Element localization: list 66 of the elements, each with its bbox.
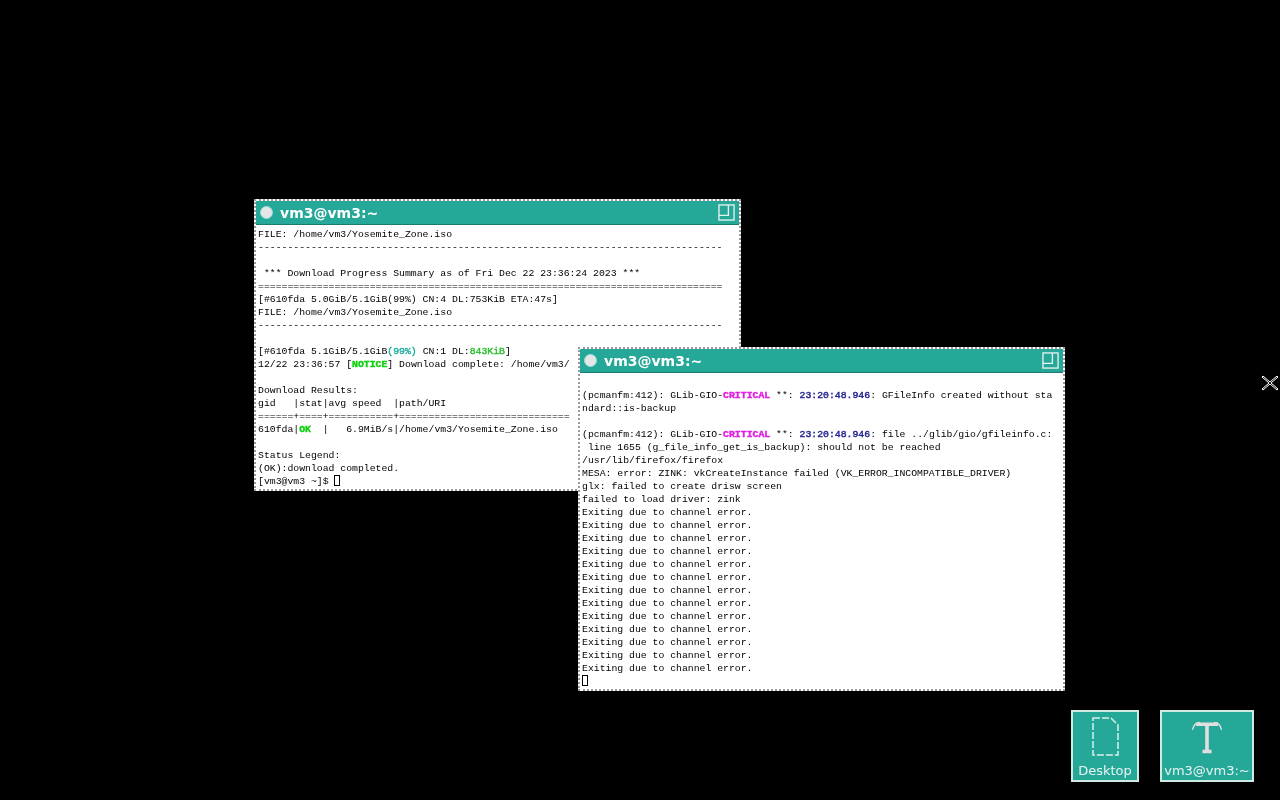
terminal-line: [#610fda 5.0GiB/5.1GiB(99%) CN:4 DL:753KiB ETA:47s] — [258, 294, 558, 305]
terminal-line: Exiting due to channel error. — [582, 624, 753, 635]
terminal-line: Exiting due to channel error. — [582, 598, 753, 609]
terminal-line: Exiting due to channel error. — [582, 507, 753, 518]
close-icon[interactable] — [1261, 375, 1279, 391]
terminal-text: CRITICAL — [723, 390, 771, 401]
window-title: vm3@vm3:~ — [604, 352, 704, 369]
terminal-line: Exiting due to channel error. — [582, 663, 753, 674]
terminal-line: MESA: error: ZINK: vkCreateInstance failed (VK_ERROR_INCOMPATIBLE_DRIVER) — [582, 468, 1012, 479]
terminal-line: ndard::is-backup — [582, 403, 677, 414]
terminal-line: glx: failed to create drisw screen — [582, 481, 782, 492]
terminal-text: 23:20:48.946 — [799, 390, 871, 401]
terminal-text: : file ../glib/gio/gfileinfo.c: — [870, 429, 1053, 440]
terminal-text: 23:20:48.946 — [799, 429, 871, 440]
terminal-text: **: — [775, 390, 795, 401]
terminal-line: Exiting due to channel error. — [582, 585, 753, 596]
maximize-icon[interactable] — [1042, 352, 1059, 369]
terminal-line: FILE: /home/vm3/Yosemite_Zone.iso — [258, 229, 452, 240]
terminal-text: : GFileInfo created without sta — [870, 390, 1053, 401]
terminal-text: 12/22 23:36:57 [ — [258, 359, 353, 370]
terminal-line: FILE: /home/vm3/Yosemite_Zone.iso — [258, 307, 452, 318]
terminal-text: 610fda| — [258, 424, 300, 435]
terminal-line: line 1655 (g_file_info_get_is_backup): should not be reached — [586, 442, 941, 453]
terminal-line: Download Results: — [258, 385, 358, 396]
terminal-line: gid |stat|avg speed |path/URI — [258, 398, 447, 409]
maximize-icon[interactable] — [718, 204, 735, 221]
terminal-line: Exiting due to channel error. — [582, 520, 753, 531]
terminal-line: Exiting due to channel error. — [582, 650, 753, 661]
terminal-text: (pcmanfm:412): GLib-GIO- — [582, 429, 724, 440]
terminal-line: /usr/lib/firefox/firefox — [582, 455, 724, 466]
desktop-shortcut[interactable]: Desktop — [1071, 710, 1139, 782]
terminal-text: CN:1 DL: — [421, 346, 470, 357]
terminal-line: Exiting due to channel error. — [582, 533, 753, 544]
terminal-text: ] Download complete: /home/vm3/ — [387, 359, 570, 370]
terminal-line: Status Legend: — [258, 450, 341, 461]
terminal-line: ======+====+===========+============================= — [258, 411, 570, 422]
desktop-shortcut[interactable]: vm3@vm3:~ — [1160, 710, 1254, 782]
terminal-line: failed to load driver: zink — [582, 494, 741, 505]
terminal-line: Exiting due to channel error. — [582, 611, 753, 622]
terminal-line: =============================================================================== — [258, 281, 723, 292]
terminal-line: ------------------------------------------------------------------------------- — [258, 320, 723, 331]
terminal-line: Exiting due to channel error. — [582, 546, 753, 557]
terminal-text: [#610fda 5.1GiB/5.1GiB — [258, 346, 388, 357]
title-bar[interactable]: vm3@vm3:~ — [580, 349, 1063, 373]
window-title: vm3@vm3:~ — [280, 204, 380, 221]
terminal-line: Exiting due to channel error. — [582, 572, 753, 583]
terminal-line: Exiting due to channel error. — [582, 559, 753, 570]
terminal-text: [vm3@vm3 ~]$ — [258, 476, 330, 487]
window-menu-icon[interactable] — [260, 206, 273, 219]
title-bar[interactable]: vm3@vm3:~ — [256, 201, 739, 225]
terminal-text: ] — [504, 346, 511, 357]
terminal-text: (99%) — [387, 346, 417, 357]
terminal-text: 843KiB — [469, 346, 505, 357]
terminal-line: Exiting due to channel error. — [582, 637, 753, 648]
terminal-text: | 6.9MiB/s|/home/vm3/Yosemite_Zone.iso — [321, 424, 558, 435]
terminal-line: *** Download Progress Summary as of Fri Dec 22 23:36:24 2023 *** — [262, 268, 641, 279]
terminal-text: (pcmanfm:412): GLib-GIO- — [582, 390, 724, 401]
text-cursor — [334, 475, 341, 486]
terminal-text: NOTICE — [352, 359, 388, 370]
text-cursor — [582, 675, 588, 686]
terminal-line: (OK):download completed. — [258, 463, 400, 474]
terminal-text: CRITICAL — [723, 429, 771, 440]
window-menu-icon[interactable] — [584, 354, 597, 367]
terminal-text: OK — [299, 424, 311, 435]
terminal-line: ------------------------------------------------------------------------------- — [258, 242, 723, 253]
terminal-text: **: — [775, 429, 795, 440]
